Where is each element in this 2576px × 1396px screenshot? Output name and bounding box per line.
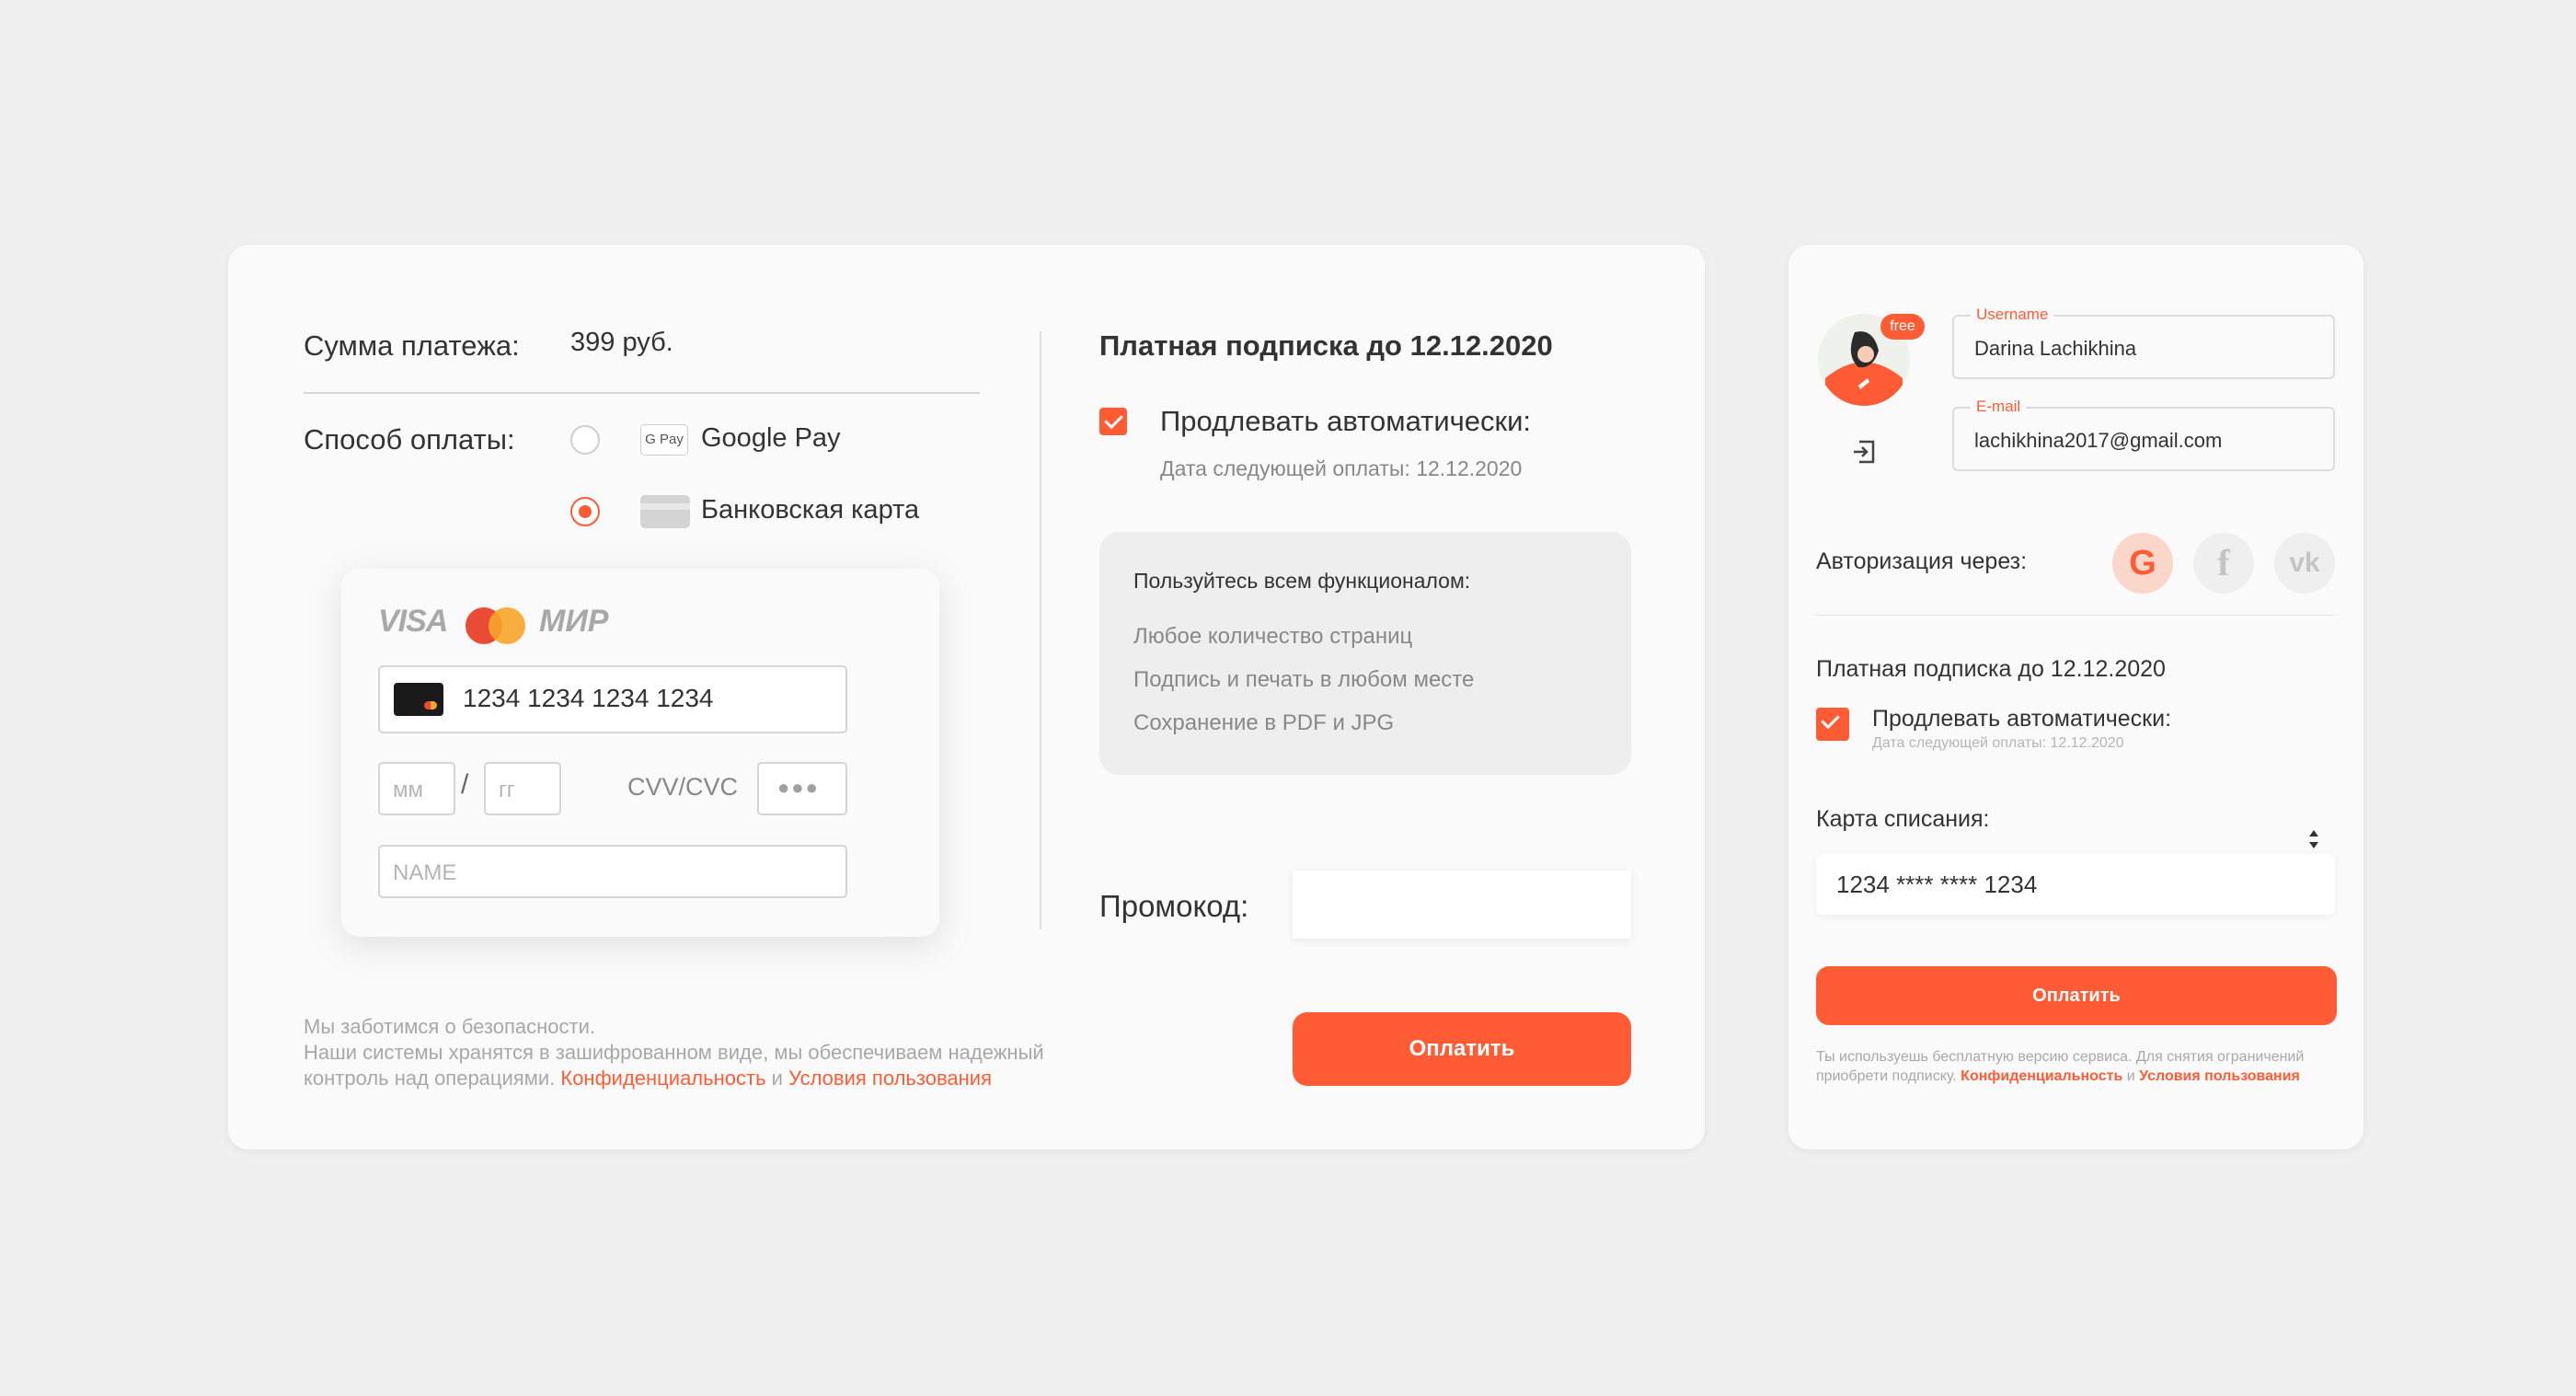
feature-item: Любое количество страниц xyxy=(1133,624,1413,649)
auto-renew-label: Продлевать автоматически: xyxy=(1160,405,1532,437)
side-footer-text-2: приобрети подписку. xyxy=(1816,1068,1957,1084)
logout-icon[interactable] xyxy=(1850,438,1878,466)
card-number-input[interactable]: 1234 1234 1234 1234 xyxy=(378,665,847,733)
card-icon xyxy=(394,683,443,716)
security-text: Наши системы хранятся в зашифрованном ви… xyxy=(304,1041,1044,1064)
email-value: lachikhina2017@gmail.com xyxy=(1974,429,2223,452)
year-placeholder: гг xyxy=(499,778,515,802)
security-notice: Мы заботимся о безопасности. Наши систем… xyxy=(304,1014,1044,1091)
security-title: Мы заботимся о безопасности. xyxy=(304,1015,595,1038)
cvv-label: CVV/CVC xyxy=(627,773,739,801)
bank-card-radio[interactable] xyxy=(570,497,600,526)
visa-logo: VISA xyxy=(378,604,448,639)
feature-item: Подпись и печать в любом месте xyxy=(1133,667,1475,692)
mastercard-logo-circle xyxy=(489,607,525,644)
divider xyxy=(304,392,980,394)
next-payment-date: Дата следующей оплаты: 12.12.2020 xyxy=(1160,456,1523,480)
side-terms-link[interactable]: Условия пользования xyxy=(2139,1068,2300,1084)
terms-link[interactable]: Условия пользования xyxy=(788,1067,992,1090)
profile-panel: free Username Darina Lachikhina E-mail l… xyxy=(1788,245,2363,1149)
email-field[interactable]: E-mail lachikhina2017@gmail.com xyxy=(1952,398,2335,471)
vertical-divider xyxy=(1040,331,1041,929)
bank-card-label[interactable]: Банковская карта xyxy=(701,495,919,525)
side-and-text: и xyxy=(2126,1068,2135,1084)
card-select-label: Карта списания: xyxy=(1816,806,1990,832)
side-footer-notice: Ты используешь бесплатную версию сервиса… xyxy=(1816,1047,2304,1086)
card-select-value: 1234 **** **** 1234 xyxy=(1836,871,2038,898)
mir-logo: МИР xyxy=(539,604,609,639)
payment-panel: Сумма платежа: 399 руб. Способ оплаты: G… xyxy=(228,245,1705,1149)
bank-card-icon xyxy=(640,495,690,528)
google-login-icon[interactable]: G xyxy=(2112,533,2173,594)
subscription-title: Платная подписка до 12.12.2020 xyxy=(1099,329,1553,362)
username-label: Username xyxy=(1971,306,2054,324)
features-box: Пользуйтесь всем функционалом: Любое кол… xyxy=(1099,532,1631,775)
side-auto-renew-label: Продлевать автоматически: xyxy=(1872,706,2172,732)
privacy-link[interactable]: Конфиденциальность xyxy=(560,1067,765,1090)
google-pay-icon: G Pay xyxy=(640,424,688,456)
payment-method-label: Способ оплаты: xyxy=(304,423,515,456)
side-next-payment-date: Дата следующей оплаты: 12.12.2020 xyxy=(1872,735,2124,751)
card-form: VISA МИР 1234 1234 1234 1234 мм / гг CVV… xyxy=(341,569,939,937)
side-footer-text: Ты используешь бесплатную версию сервиса… xyxy=(1816,1049,2305,1065)
side-auto-renew-checkbox[interactable] xyxy=(1816,708,1849,741)
select-arrows-icon[interactable] xyxy=(2306,826,2321,852)
security-text-2: контроль над операциями. xyxy=(304,1067,556,1090)
cvv-input[interactable]: ●●● xyxy=(757,762,847,815)
email-label: E-mail xyxy=(1971,398,2027,416)
features-title: Пользуйтесь всем функционалом: xyxy=(1133,569,1471,593)
cvv-value: ●●● xyxy=(777,776,820,799)
side-privacy-link[interactable]: Конфиденциальность xyxy=(1961,1068,2122,1084)
card-select[interactable]: 1234 **** **** 1234 xyxy=(1816,854,2335,915)
divider xyxy=(1816,615,2335,616)
google-pay-label[interactable]: Google Pay xyxy=(701,423,841,454)
promo-label: Промокод: xyxy=(1099,889,1249,923)
name-placeholder: NAME xyxy=(393,860,457,885)
username-value: Darina Lachikhina xyxy=(1974,337,2137,360)
side-subscription-title: Платная подписка до 12.12.2020 xyxy=(1816,656,2166,682)
year-input[interactable]: гг xyxy=(484,762,561,815)
payment-sum-label: Сумма платежа: xyxy=(304,329,520,362)
vk-login-icon[interactable]: vk xyxy=(2274,533,2335,594)
side-pay-button[interactable]: Оплатить xyxy=(1816,966,2337,1025)
facebook-login-icon[interactable]: f xyxy=(2193,533,2254,594)
google-pay-radio[interactable] xyxy=(570,425,600,455)
username-field[interactable]: Username Darina Lachikhina xyxy=(1952,306,2335,379)
feature-item: Сохранение в PDF и JPG xyxy=(1133,710,1395,735)
free-badge: free xyxy=(1880,314,1925,340)
and-text: и xyxy=(771,1067,783,1090)
auto-renew-checkbox[interactable] xyxy=(1099,408,1127,435)
pay-button[interactable]: Оплатить xyxy=(1293,1012,1631,1086)
auth-label: Авторизация через: xyxy=(1816,548,2028,574)
month-placeholder: мм xyxy=(393,778,423,802)
date-separator: / xyxy=(461,769,469,800)
promo-input[interactable] xyxy=(1293,871,1631,939)
payment-sum-value: 399 руб. xyxy=(570,328,673,357)
month-input[interactable]: мм xyxy=(378,762,455,815)
name-input[interactable]: NAME xyxy=(378,845,847,898)
card-number-value: 1234 1234 1234 1234 xyxy=(463,684,714,712)
